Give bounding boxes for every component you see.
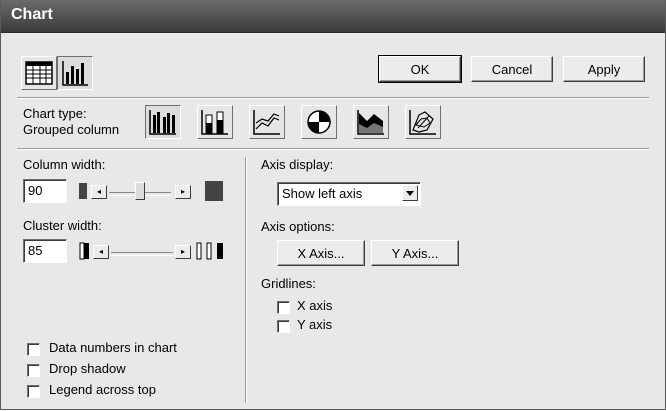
cancel-label: Cancel	[491, 61, 533, 77]
cluster-width-slider[interactable]: ◂ ▸	[79, 241, 225, 261]
column-width-value: 90	[28, 183, 43, 198]
cluster-width-increase-button[interactable]: ▸	[175, 245, 191, 259]
scatter-chart-icon	[409, 110, 436, 135]
chart-type-current: Grouped column	[23, 122, 120, 137]
axis-display-select[interactable]: Show left axis	[277, 182, 421, 206]
legend-top-checkbox[interactable]	[27, 385, 40, 398]
chart-type-line[interactable]	[249, 105, 285, 139]
chart-view-button[interactable]	[57, 56, 93, 90]
column-width-increase-button[interactable]: ▸	[175, 185, 191, 199]
column-width-label: Column width:	[23, 157, 106, 172]
vertical-separator	[245, 157, 247, 403]
axis-options-label: Axis options:	[261, 219, 335, 234]
title-bar: Chart	[1, 0, 665, 33]
cluster-width-track	[111, 252, 173, 256]
data-numbers-checkbox[interactable]	[27, 343, 40, 356]
column-width-slider[interactable]: ◂ ▸	[79, 181, 225, 201]
area-chart-icon	[357, 110, 384, 135]
top-separator	[17, 97, 649, 99]
column-width-thumb[interactable]	[135, 182, 145, 200]
wide-column-icon	[205, 181, 223, 201]
cancel-button[interactable]: Cancel	[471, 56, 553, 82]
narrow-column-icon	[79, 183, 87, 199]
legend-top-label: Legend across top	[49, 382, 156, 397]
chart-type-stacked-column[interactable]	[197, 105, 233, 139]
chart-type-grouped-column[interactable]	[145, 105, 181, 139]
cluster-width-input[interactable]: 85	[23, 239, 67, 263]
gridlines-y-checkbox[interactable]	[277, 320, 290, 333]
axis-display-label: Axis display:	[261, 157, 334, 172]
pie-chart-icon	[307, 110, 331, 134]
x-axis-button[interactable]: X Axis...	[277, 240, 365, 266]
axis-display-value: Show left axis	[282, 186, 363, 201]
cluster-width-label: Cluster width:	[23, 218, 102, 233]
tight-cluster-icon	[79, 242, 89, 260]
chart-dialog: Chart OK Cancel Apply Chart type: Groupe…	[0, 0, 666, 410]
ok-label: OK	[410, 61, 430, 77]
chart-type-pie[interactable]	[301, 105, 337, 139]
chart-type-label: Chart type:	[23, 106, 87, 121]
wide-cluster-icon	[196, 242, 223, 260]
ok-button[interactable]: OK	[378, 55, 462, 83]
gridlines-x-label: X axis	[297, 298, 333, 313]
grouped-column-icon	[149, 110, 176, 135]
drop-shadow-checkbox[interactable]	[27, 364, 40, 377]
drop-shadow-label: Drop shadow	[49, 361, 126, 376]
chart-view-icon	[62, 61, 88, 86]
gridlines-x-checkbox[interactable]	[277, 301, 290, 314]
chart-type-scatter[interactable]	[405, 105, 441, 139]
gridlines-label: Gridlines:	[261, 276, 316, 291]
y-axis-button-label: Y Axis...	[391, 245, 439, 261]
data-numbers-label: Data numbers in chart	[49, 340, 177, 355]
apply-label: Apply	[587, 61, 621, 77]
column-width-input[interactable]: 90	[23, 179, 67, 203]
dropdown-arrow-icon[interactable]	[402, 185, 418, 201]
gridlines-y-label: Y axis	[297, 317, 333, 332]
y-axis-button[interactable]: Y Axis...	[371, 240, 459, 266]
cluster-width-decrease-button[interactable]: ◂	[93, 245, 109, 259]
apply-button[interactable]: Apply	[563, 56, 645, 82]
line-chart-icon	[253, 110, 280, 135]
chart-type-caption: Chart type: Grouped column	[23, 106, 119, 138]
window-title: Chart	[11, 6, 53, 23]
chart-type-area[interactable]	[353, 105, 389, 139]
stacked-column-icon	[201, 110, 228, 135]
column-width-decrease-button[interactable]: ◂	[91, 185, 107, 199]
cluster-width-value: 85	[28, 243, 43, 258]
middle-separator	[17, 148, 649, 150]
table-view-button[interactable]	[21, 56, 57, 90]
table-view-icon	[25, 61, 53, 85]
x-axis-button-label: X Axis...	[297, 245, 345, 261]
